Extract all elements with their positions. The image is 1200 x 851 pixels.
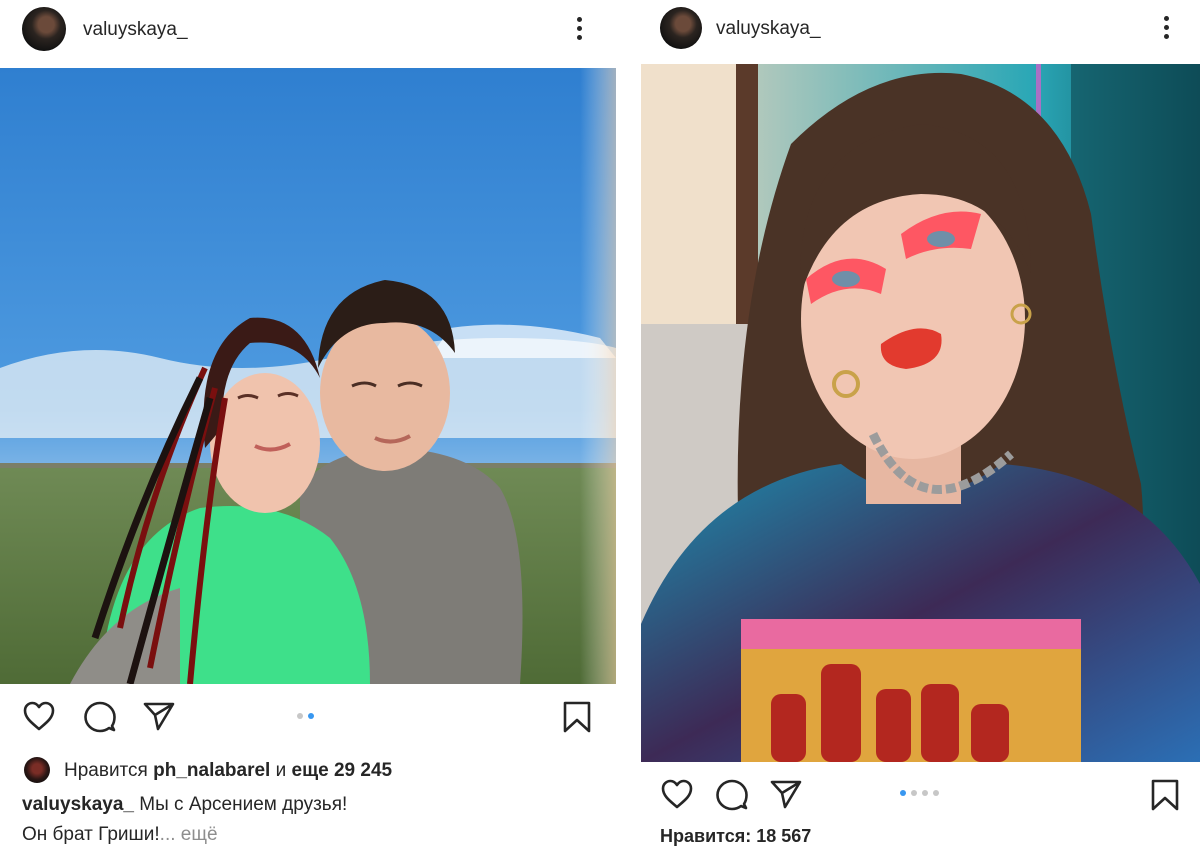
share-icon[interactable]	[769, 778, 803, 810]
caption-username[interactable]: valuyskaya_	[22, 794, 134, 815]
post-photo[interactable]	[0, 68, 616, 684]
post-header: valuyskaya_	[0, 0, 616, 64]
post-2: valuyskaya_ Нравится: 18 567	[641, 0, 1200, 851]
carousel-dot	[922, 790, 928, 796]
carousel-indicator	[297, 713, 314, 719]
comment-icon[interactable]	[83, 700, 117, 734]
username[interactable]: valuyskaya_	[83, 19, 188, 41]
carousel-indicator	[900, 790, 939, 796]
carousel-dot	[911, 790, 917, 796]
avatar[interactable]	[660, 7, 702, 49]
likes-prefix: Нравится	[64, 760, 148, 781]
carousel-dot-active	[900, 790, 906, 796]
likes-count[interactable]: еще 29 245	[292, 760, 393, 781]
post-actions	[0, 696, 616, 740]
likes-count[interactable]: Нравится: 18 567	[660, 826, 811, 847]
carousel-dot	[933, 790, 939, 796]
bookmark-icon[interactable]	[562, 700, 592, 734]
liker-username[interactable]: ph_nalabarel	[153, 760, 270, 781]
caption-text-line1: Мы с Арсением друзья!	[139, 794, 348, 815]
heart-icon[interactable]	[22, 700, 56, 732]
bookmark-icon[interactable]	[1150, 778, 1180, 812]
photo-selfie	[641, 64, 1200, 762]
likes-summary[interactable]: Нравится ph_nalabarel и еще 29 245	[64, 760, 392, 782]
post-caption: valuyskaya_ Мы с Арсением друзья! Он бра…	[22, 790, 347, 850]
more-vertical-icon[interactable]	[574, 17, 584, 43]
liker-avatar[interactable]	[24, 757, 50, 783]
heart-icon[interactable]	[660, 778, 694, 810]
post-1: valuyskaya_ Нравится ph_nalabarel и еще …	[0, 0, 616, 851]
comment-icon[interactable]	[715, 778, 749, 812]
share-icon[interactable]	[142, 700, 176, 732]
avatar[interactable]	[22, 7, 66, 51]
caption-text-line2: Он брат Гриши!	[22, 824, 160, 845]
more-vertical-icon[interactable]	[1161, 16, 1171, 42]
divider	[616, 0, 641, 851]
caption-more-link[interactable]: ... ещё	[160, 824, 218, 845]
post-header: valuyskaya_	[641, 0, 1200, 64]
username[interactable]: valuyskaya_	[716, 18, 821, 40]
carousel-dot	[297, 713, 303, 719]
likes-middle: и	[275, 760, 287, 781]
post-photo[interactable]	[641, 64, 1200, 762]
post-actions	[641, 776, 1200, 816]
carousel-dot-active	[308, 713, 314, 719]
photo-couple-field	[0, 68, 616, 684]
